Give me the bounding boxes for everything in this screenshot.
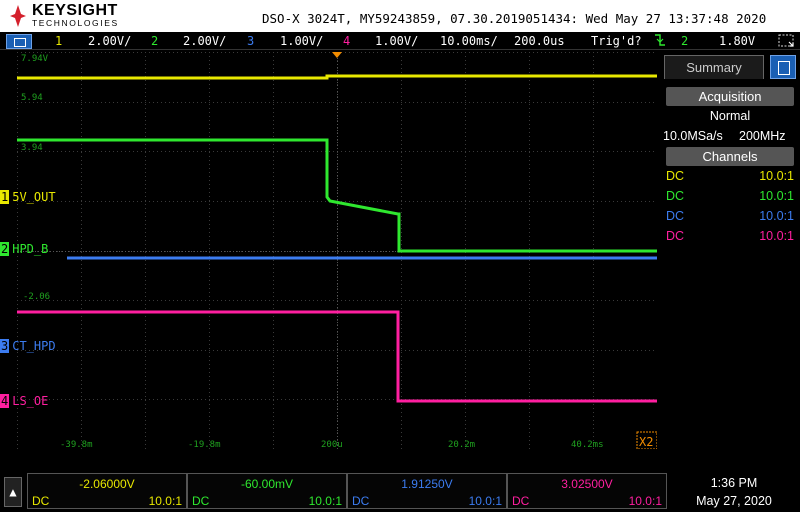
y-label-3: 3.94 [21,143,43,153]
meas-ch3-probe: 10.0:1 [468,494,502,508]
brand-subtitle: TECHNOLOGIES [32,18,119,28]
trigger-channel[interactable]: 2 [681,34,688,48]
waveform-svg[interactable]: 7.94V 5.94 3.94 -2.06 -39.8m -19.8m 200u… [17,52,657,449]
acquisition-mode: Normal [709,109,751,123]
ch1-marker-label: 5V_OUT [12,190,56,204]
panel-menu-button[interactable] [770,55,796,79]
measurement-bar: ▲ -2.06000V DC 10.0:1 -60.00mV DC 10.0:1… [0,470,800,512]
ch4-marker[interactable]: 4 LS_OE [0,394,48,410]
sample-rate: 10.0MSa/s [663,129,723,143]
meas-ch3-value: 1.91250V [401,477,453,491]
falling-edge-icon[interactable] [654,33,666,50]
meas-ch4-probe: 10.0:1 [628,494,662,508]
acquisition-header[interactable]: Acquisition [666,87,794,106]
ch4-marker-label: LS_OE [12,394,49,408]
header-bar: KEYSIGHT TECHNOLOGIES DSO-X 3024T, MY592… [0,0,800,32]
ch2-number[interactable]: 2 [151,34,158,48]
ch1-number[interactable]: 1 [55,34,62,48]
ch2-marker[interactable]: 2 HPD_B [0,242,48,258]
panel-ch3-probe: 10.0:1 [759,209,794,223]
meas-ch1-coupling: DC [32,494,50,508]
clock-date: May 27, 2020 [696,494,772,508]
x-label-2: -19.8m [188,440,221,449]
brand-name: KEYSIGHT [32,2,118,19]
fullscreen-icon[interactable] [777,33,795,51]
clock: 1:36 PM May 27, 2020 [668,474,800,510]
keysight-logo-mark-icon [10,5,26,27]
ch3-number[interactable]: 3 [247,34,254,48]
trigger-level[interactable]: 1.80V [719,34,755,48]
ch1-scale[interactable]: 2.00V/ [88,34,131,48]
channels-header[interactable]: Channels [666,147,794,166]
ch3-marker-label: CT_HPD [12,339,56,353]
meas-ch4-coupling: DC [512,494,530,508]
meas-ch2-probe: 10.0:1 [308,494,342,508]
panel-ch4-row: DC 10.0:1 [666,227,794,247]
panel-ch1-probe: 10.0:1 [759,169,794,183]
instrument-info: DSO-X 3024T, MY59243859, 07.30.201905143… [262,11,767,26]
meas-ch1-value: -2.06000V [79,477,135,491]
ch4-scale[interactable]: 1.00V/ [375,34,418,48]
panel-ch3-row: DC 10.0:1 [666,207,794,227]
y-label-4: -2.06 [23,292,50,302]
timebase-delay[interactable]: 200.0us [514,34,565,48]
meas-ch2-value: -60.00mV [240,477,294,491]
x-label-5: 40.2ms [571,440,604,449]
meas-ch3-coupling: DC [352,494,370,508]
timebase-scale[interactable]: 10.00ms/ [440,34,498,48]
ch3-marker[interactable]: 3 CT_HPD [0,339,56,355]
x-label-4: 20.2m [448,440,475,449]
y-label-top: 7.94V [21,54,49,64]
ch4-number[interactable]: 4 [343,34,350,48]
x-label-3: 200u [321,440,343,449]
panel-ch2-row: DC 10.0:1 [666,187,794,207]
arrow-up-icon[interactable]: ▲ [4,477,22,507]
ch4-marker-badge[interactable]: 4 [0,394,10,408]
ch2-marker-label: HPD_B [12,242,49,256]
measurement-ch3[interactable]: 1.91250V DC 10.0:1 [347,473,507,509]
measurement-ch4[interactable]: 3.02500V DC 10.0:1 [507,473,667,509]
panel-ch2-probe: 10.0:1 [759,189,794,203]
bandwidth: 200MHz [739,129,786,143]
x-label-1: -39.8m [60,440,93,449]
measurement-ch2[interactable]: -60.00mV DC 10.0:1 [187,473,347,509]
main-menu-button[interactable] [6,34,32,49]
settings-bar: 1 2.00V/ 2 2.00V/ 3 1.00V/ 4 1.00V/ 10.0… [0,32,800,50]
meas-ch2-coupling: DC [192,494,210,508]
meas-ch4-value: 3.02500V [561,477,613,491]
summary-panel: Summary Acquisition Normal 10.0MSa/s 200… [660,52,800,462]
panel-ch4-probe: 10.0:1 [759,229,794,243]
ch1-marker[interactable]: 1 5V_OUT [0,190,56,206]
ch2-scale[interactable]: 2.00V/ [183,34,226,48]
panel-ch2-coupling: DC [666,189,685,203]
ch2-marker-badge[interactable]: 2 [0,242,10,256]
meas-ch1-probe: 10.0:1 [148,494,182,508]
ch3-scale[interactable]: 1.00V/ [280,34,323,48]
ch3-marker-badge[interactable]: 3 [0,339,10,353]
measurement-ch1[interactable]: -2.06000V DC 10.0:1 [27,473,187,509]
tab-summary[interactable]: Summary [664,55,764,79]
y-label-2: 5.94 [21,93,43,103]
clock-time: 1:36 PM [710,476,758,490]
waveform-display[interactable]: 7.94V 5.94 3.94 -2.06 -39.8m -19.8m 200u… [17,52,657,449]
panel-ch4-coupling: DC [666,229,685,243]
zoom-badge-label: X2 [639,435,653,449]
ch1-marker-badge[interactable]: 1 [0,190,10,204]
trigger-status: Trig'd? [591,34,642,48]
panel-ch1-row: DC 10.0:1 [666,167,794,187]
panel-ch1-coupling: DC [666,169,685,183]
panel-ch3-coupling: DC [666,209,685,223]
